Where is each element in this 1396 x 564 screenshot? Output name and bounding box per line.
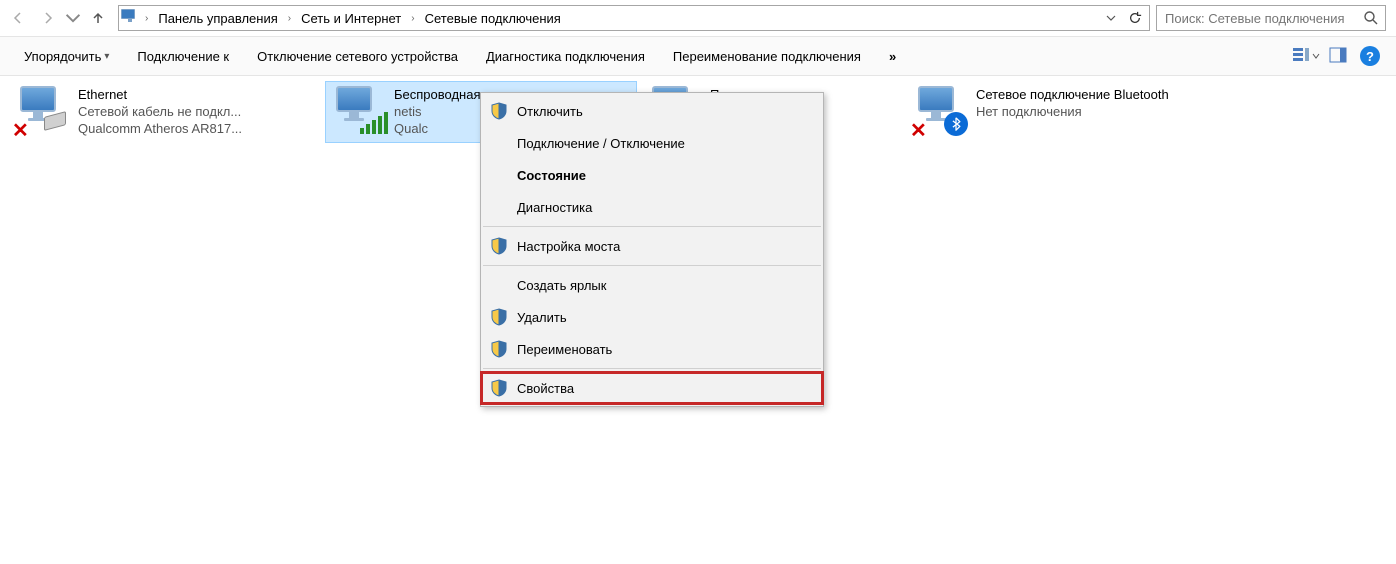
address-dropdown[interactable] — [1099, 6, 1123, 30]
disconnected-x-icon: ✕ — [12, 118, 29, 143]
arrow-left-icon — [10, 10, 26, 26]
shield-icon — [491, 308, 507, 326]
connection-bluetooth[interactable]: ✕ Сетевое подключение Bluetooth Нет подк… — [908, 82, 1218, 142]
view-details-icon — [1292, 46, 1310, 67]
search-input[interactable] — [1163, 10, 1363, 27]
breadcrumb-network-internet[interactable]: Сеть и Интернет — [297, 6, 405, 30]
preview-pane-icon — [1329, 46, 1347, 67]
ctx-label: Диагностика — [517, 200, 592, 215]
ctx-label: Состояние — [517, 168, 586, 183]
ethernet-icon: ✕ — [14, 86, 72, 138]
connection-status: Нет подключения — [976, 103, 1169, 120]
ctx-properties[interactable]: Свойства — [481, 372, 823, 404]
breadcrumb-control-panel[interactable]: Панель управления — [154, 6, 281, 30]
ctx-label: Переименовать — [517, 342, 612, 357]
disconnected-x-icon: ✕ — [910, 118, 927, 143]
breadcrumb-bar[interactable]: › Панель управления › Сеть и Интернет › … — [118, 5, 1150, 31]
disable-device-button[interactable]: Отключение сетевого устройства — [243, 37, 472, 75]
breadcrumb-separator: › — [286, 13, 293, 24]
command-bar: Упорядочить Подключение к Отключение сет… — [0, 36, 1396, 76]
shield-icon — [491, 102, 507, 120]
chevron-down-icon — [1106, 13, 1116, 23]
connect-to-button[interactable]: Подключение к — [123, 37, 243, 75]
ctx-bridge[interactable]: Настройка моста — [481, 230, 823, 262]
breadcrumb-separator: › — [143, 13, 150, 24]
up-button[interactable] — [84, 4, 112, 32]
refresh-icon — [1128, 11, 1142, 25]
help-button[interactable]: ? — [1356, 42, 1384, 70]
wifi-icon — [330, 86, 388, 138]
ctx-connect-disconnect[interactable]: Подключение / Отключение — [481, 127, 823, 159]
search-icon — [1363, 10, 1379, 26]
organize-menu[interactable]: Упорядочить — [10, 37, 123, 75]
address-bar: › Панель управления › Сеть и Интернет › … — [0, 0, 1396, 36]
control-panel-icon — [121, 9, 139, 27]
recent-button[interactable] — [64, 4, 82, 32]
arrow-right-icon — [40, 10, 56, 26]
ctx-label: Настройка моста — [517, 239, 620, 254]
chevron-down-icon — [65, 10, 81, 26]
ctx-label: Отключить — [517, 104, 583, 119]
ctx-create-shortcut[interactable]: Создать ярлык — [481, 269, 823, 301]
bluetooth-badge-icon — [944, 112, 968, 136]
view-options-button[interactable] — [1292, 42, 1320, 70]
diagnose-connection-button[interactable]: Диагностика подключения — [472, 37, 659, 75]
ctx-delete[interactable]: Удалить — [481, 301, 823, 333]
back-button[interactable] — [4, 4, 32, 32]
overflow-button[interactable]: » — [875, 37, 911, 75]
chevron-down-icon — [1312, 52, 1320, 60]
rename-connection-button[interactable]: Переименование подключения — [659, 37, 875, 75]
preview-pane-button[interactable] — [1324, 42, 1352, 70]
ctx-status[interactable]: Состояние — [481, 159, 823, 191]
search-box[interactable] — [1156, 5, 1386, 31]
ctx-diagnostics[interactable]: Диагностика — [481, 191, 823, 223]
arrow-up-icon — [90, 10, 106, 26]
bluetooth-icon: ✕ — [912, 86, 970, 138]
connection-device: Qualcomm Atheros AR817... — [78, 120, 242, 137]
ctx-separator — [483, 265, 821, 266]
breadcrumb-separator: › — [409, 13, 416, 24]
ctx-disconnect[interactable]: Отключить — [481, 95, 823, 127]
help-icon: ? — [1360, 46, 1380, 66]
shield-icon — [491, 379, 507, 397]
ctx-label: Подключение / Отключение — [517, 136, 685, 151]
ctx-separator — [483, 368, 821, 369]
ctx-label: Свойства — [517, 381, 574, 396]
ctx-label: Создать ярлык — [517, 278, 606, 293]
connection-ethernet[interactable]: ✕ Ethernet Сетевой кабель не подкл... Qu… — [10, 82, 320, 142]
breadcrumb-network-connections[interactable]: Сетевые подключения — [421, 6, 565, 30]
forward-button[interactable] — [34, 4, 62, 32]
context-menu: Отключить Подключение / Отключение Состо… — [480, 92, 824, 407]
refresh-button[interactable] — [1123, 6, 1147, 30]
connection-status: Сетевой кабель не подкл... — [78, 103, 242, 120]
ctx-label: Удалить — [517, 310, 567, 325]
ctx-rename[interactable]: Переименовать — [481, 333, 823, 365]
ctx-separator — [483, 226, 821, 227]
shield-icon — [491, 340, 507, 358]
connection-name: Ethernet — [78, 86, 242, 103]
shield-icon — [491, 237, 507, 255]
connection-name: Сетевое подключение Bluetooth — [976, 86, 1169, 103]
